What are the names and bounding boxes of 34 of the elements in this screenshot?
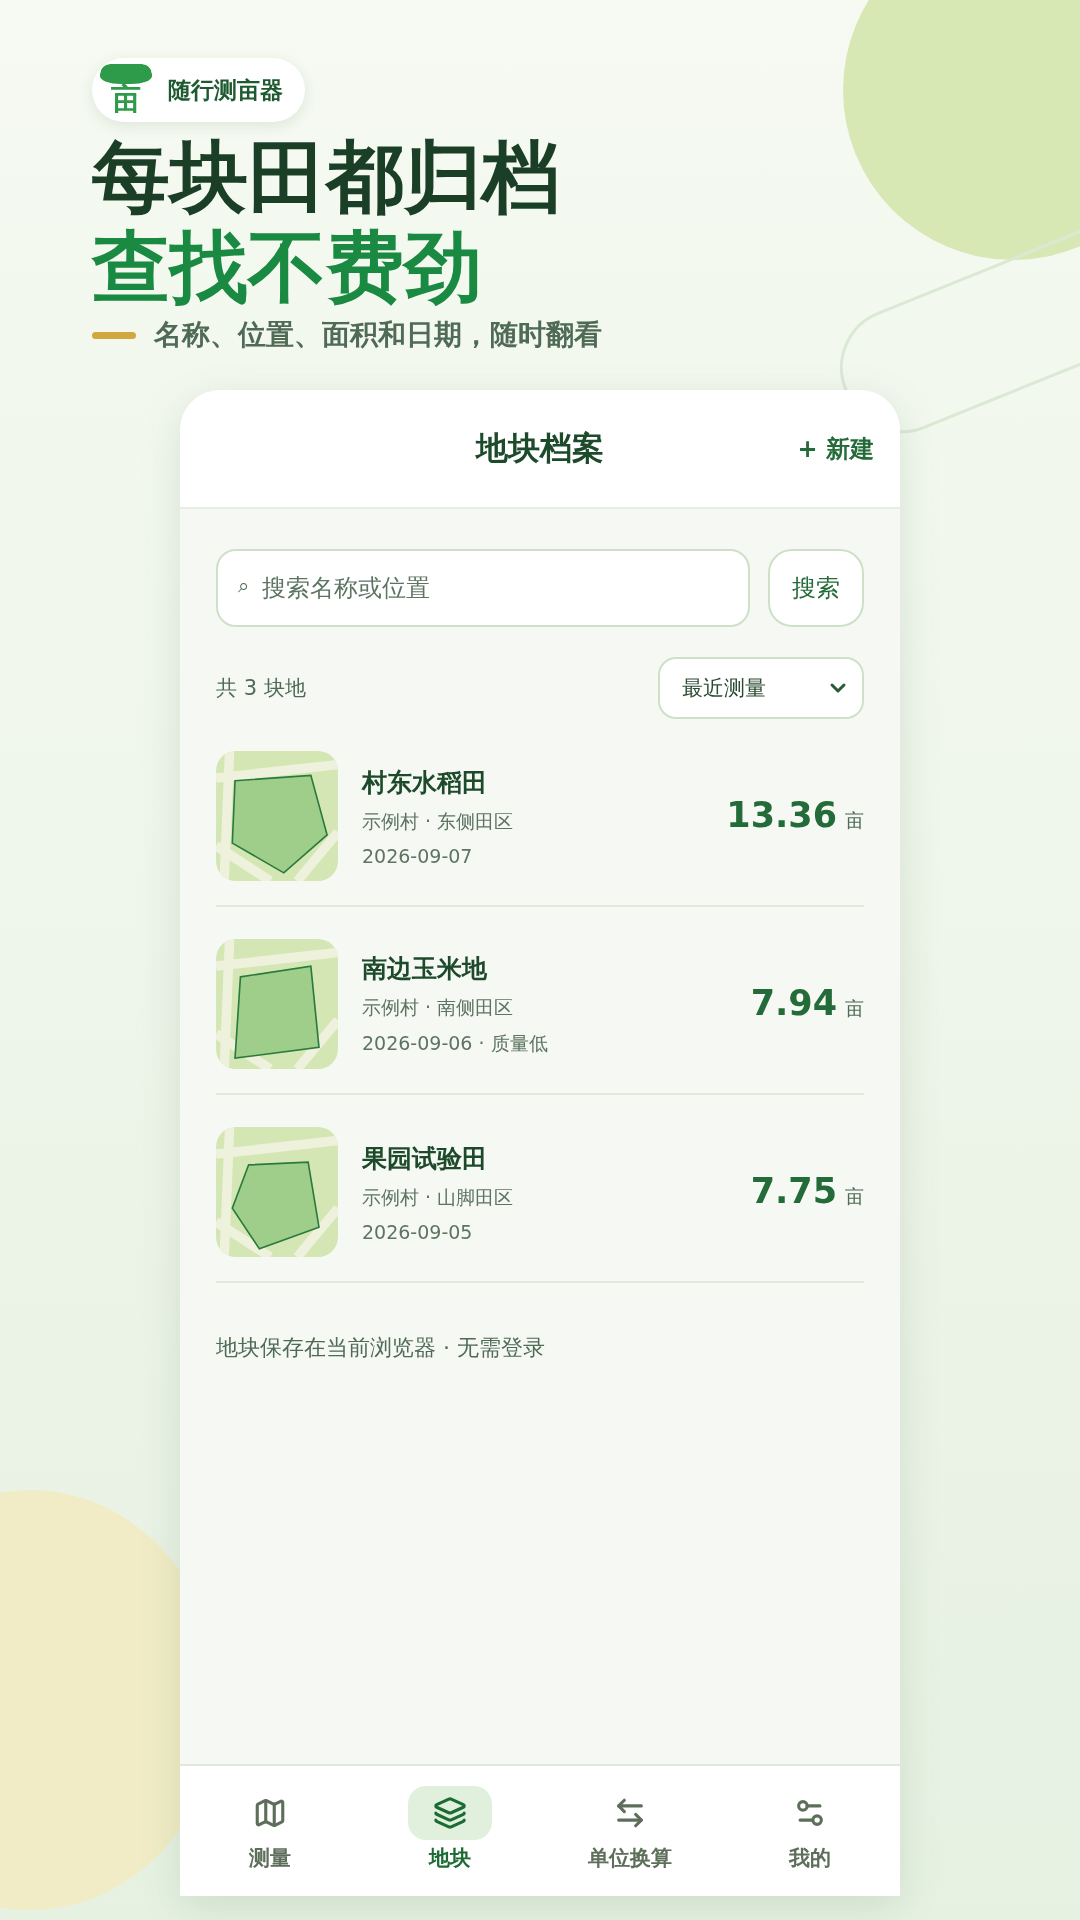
- plot-count: 共 3 块地: [216, 675, 306, 702]
- map-icon: [253, 1796, 287, 1830]
- nav-tab[interactable]: 地块: [360, 1786, 540, 1896]
- plot-name: 果园试验田: [362, 1142, 488, 1175]
- area-unit: 亩: [845, 808, 864, 833]
- area-unit: 亩: [845, 1184, 864, 1209]
- headline: 查找不费劲: [92, 222, 483, 312]
- accent-bar: [92, 331, 136, 339]
- nav-tab[interactable]: 我的: [720, 1786, 900, 1896]
- plot-name: 村东水稻田: [362, 766, 488, 799]
- new-button[interactable]: + 新建: [797, 432, 874, 465]
- search-button[interactable]: 搜索: [768, 549, 864, 627]
- sort-dropdown[interactable]: 最近测量: [658, 657, 864, 719]
- plot-location: 示例村 · 山脚田区: [362, 1184, 515, 1210]
- search-icon: ⌕: [238, 575, 249, 595]
- plot-area: 13.36: [726, 795, 837, 835]
- plot-date: 2026-09-06 · 质量低: [362, 1030, 549, 1056]
- headline: 每块田都归档: [92, 132, 560, 222]
- storage-note: 地块保存在当前浏览器 · 无需登录: [216, 1334, 546, 1362]
- nav-tab[interactable]: 单位换算: [540, 1786, 720, 1896]
- plot-date: 2026-09-07: [362, 844, 474, 867]
- layers-icon: [433, 1796, 467, 1830]
- app-name: 随行测亩器: [168, 75, 283, 105]
- subtitle: 名称、位置、面积和日期，随时翻看: [154, 317, 602, 353]
- screen-title: 地块档案: [476, 427, 604, 469]
- plot-location: 示例村 · 南侧田区: [362, 994, 515, 1020]
- plot-area: 7.94: [750, 983, 837, 1023]
- nav-tab[interactable]: 测量: [180, 1786, 360, 1896]
- plot-area: 7.75: [750, 1171, 837, 1211]
- area-unit: 亩: [845, 996, 864, 1021]
- plot-location: 示例村 · 东侧田区: [362, 808, 515, 834]
- plot-name: 南边玉米地: [362, 952, 488, 985]
- plot-date: 2026-09-05: [362, 1220, 474, 1243]
- app-logo-icon: 亩: [100, 64, 152, 116]
